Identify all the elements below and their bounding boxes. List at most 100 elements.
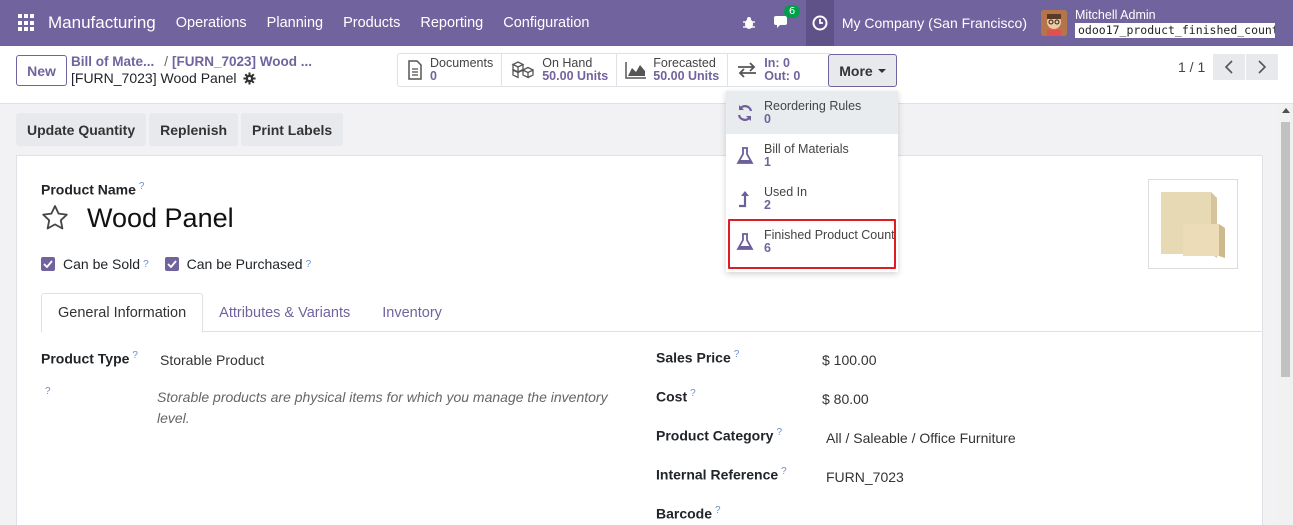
barcode-label: Barcode?: [656, 505, 721, 522]
reordering-rules-item[interactable]: Reordering Rules 0: [726, 91, 898, 134]
out-value: Out: 0: [764, 69, 801, 83]
can-be-purchased-checkbox[interactable]: Can be Purchased?: [164, 256, 312, 272]
product-category-label-text: Product Category: [656, 427, 774, 444]
used-in-item[interactable]: Used In 2: [726, 177, 898, 220]
product-name-label-text: Product Name: [41, 181, 136, 198]
forecasted-button[interactable]: Forecasted 50.00 Units: [617, 54, 729, 86]
chevron-left-icon: [1224, 60, 1233, 74]
cost-field[interactable]: $ 80.00: [822, 391, 869, 407]
internal-reference-label-text: Internal Reference: [656, 466, 779, 483]
bill-of-materials-value: 1: [764, 154, 771, 169]
cubes-icon: [511, 61, 534, 79]
database-name: odoo17_product_finished_count: [1075, 22, 1275, 38]
bug-icon[interactable]: [742, 16, 756, 30]
smart-buttons: Documents 0 On Hand 50.00 Units Forecast…: [397, 53, 833, 87]
area-chart-icon: [625, 62, 647, 79]
help-icon[interactable]: ?: [776, 427, 782, 438]
more-button[interactable]: More: [828, 54, 897, 87]
page-scrollbar[interactable]: [1278, 104, 1293, 525]
main-menu: Operations Planning Products Reporting C…: [166, 15, 600, 31]
caret-down-icon: [877, 68, 886, 73]
scroll-thumb[interactable]: [1281, 122, 1290, 377]
avatar-image-icon: [1041, 10, 1067, 36]
product-name-label: Product Name?: [41, 181, 144, 198]
bill-of-materials-item[interactable]: Bill of Materials 1: [726, 134, 898, 177]
documents-value: 0: [430, 69, 437, 83]
help-icon[interactable]: ?: [690, 388, 696, 399]
product-category-field[interactable]: All / Saleable / Office Furniture: [826, 430, 1016, 446]
product-category-label: Product Category?: [656, 427, 782, 444]
menu-products[interactable]: Products: [333, 15, 410, 31]
product-type-select[interactable]: Storable Product: [160, 352, 264, 368]
help-icon[interactable]: ?: [781, 466, 787, 477]
breadcrumb-bom[interactable]: Bill of Mate...: [71, 54, 154, 69]
cost-label: Cost?: [656, 388, 696, 405]
exchange-icon: [738, 62, 757, 78]
can-be-sold-label: Can be Sold: [63, 256, 141, 272]
product-type-label: Product Type?: [41, 350, 138, 367]
reordering-rules-value: 0: [764, 111, 771, 126]
breadcrumb: Bill of Mate... / [FURN_7023] Wood ...: [71, 54, 313, 69]
update-quantity-button[interactable]: Update Quantity: [16, 113, 147, 146]
menu-operations[interactable]: Operations: [166, 15, 257, 31]
on-hand-button[interactable]: On Hand 50.00 Units: [502, 54, 618, 86]
can-be-purchased-label: Can be Purchased: [186, 256, 303, 272]
documents-label: Documents: [430, 56, 494, 70]
activities-button[interactable]: [805, 0, 834, 46]
scroll-up-icon[interactable]: [1282, 108, 1290, 113]
highlight-box: [728, 219, 896, 269]
file-icon: [408, 60, 422, 80]
internal-reference-label: Internal Reference?: [656, 466, 787, 483]
favorite-star-icon[interactable]: [41, 204, 69, 232]
form-sheet: Product Name? Wood Panel Can be Sold? Ca…: [16, 155, 1263, 525]
help-icon[interactable]: ?: [143, 259, 149, 270]
forecasted-value: 50.00 Units: [653, 69, 720, 83]
product-type-label-text: Product Type: [41, 350, 130, 367]
tab-attributes-variants[interactable]: Attributes & Variants: [203, 293, 366, 332]
replenish-button[interactable]: Replenish: [149, 113, 239, 146]
barcode-label-text: Barcode: [656, 505, 713, 522]
messages-button[interactable]: 6: [773, 4, 801, 32]
reordering-rules-label: Reordering Rules: [764, 98, 862, 113]
tab-inventory[interactable]: Inventory: [366, 293, 458, 332]
product-image[interactable]: [1148, 179, 1238, 269]
avatar[interactable]: [1041, 10, 1067, 36]
header-actions: Update Quantity Replenish Print Labels: [16, 113, 346, 146]
menu-reporting[interactable]: Reporting: [410, 15, 493, 31]
internal-reference-field[interactable]: FURN_7023: [826, 469, 904, 485]
on-hand-value: 50.00 Units: [542, 69, 609, 83]
help-icon[interactable]: ?: [139, 181, 145, 192]
new-button[interactable]: New: [16, 55, 67, 86]
pager-value[interactable]: 1 / 1: [1178, 59, 1205, 75]
app-name[interactable]: Manufacturing: [48, 13, 156, 33]
product-name-input[interactable]: Wood Panel: [87, 203, 234, 234]
menu-configuration[interactable]: Configuration: [493, 15, 599, 31]
help-icon[interactable]: ?: [306, 259, 312, 270]
company-switcher[interactable]: My Company (San Francisco): [842, 15, 1027, 31]
print-labels-button[interactable]: Print Labels: [241, 113, 344, 146]
pager-next-button[interactable]: [1246, 54, 1278, 80]
can-be-sold-checkbox[interactable]: Can be Sold?: [41, 256, 149, 272]
pager-buttons: [1213, 54, 1279, 80]
breadcrumb-product[interactable]: [FURN_7023] Wood ...: [172, 54, 312, 69]
user-menu[interactable]: Mitchell Admin odoo17_product_finished_c…: [1075, 8, 1275, 38]
tab-general-information[interactable]: General Information: [41, 293, 204, 333]
record-title-text: [FURN_7023] Wood Panel: [71, 70, 237, 86]
gear-icon[interactable]: [242, 71, 256, 85]
top-navbar: Manufacturing Operations Planning Produc…: [0, 0, 1293, 46]
apps-menu-icon[interactable]: [18, 14, 36, 32]
sales-price-field[interactable]: $ 100.00: [822, 352, 877, 368]
help-icon[interactable]: ?: [45, 386, 51, 397]
product-flags: Can be Sold? Can be Purchased?: [41, 256, 327, 272]
pager-previous-button[interactable]: [1213, 54, 1245, 80]
help-icon[interactable]: ?: [734, 349, 740, 360]
flask-icon: [736, 146, 754, 164]
help-icon[interactable]: ?: [132, 350, 138, 361]
sales-price-label-text: Sales Price: [656, 349, 731, 366]
in-out-button[interactable]: In: 0 Out: 0: [728, 54, 831, 86]
level-up-icon: [739, 190, 749, 207]
documents-button[interactable]: Documents 0: [398, 54, 503, 86]
menu-planning[interactable]: Planning: [257, 15, 333, 31]
help-icon[interactable]: ?: [715, 505, 721, 516]
control-panel: New Bill of Mate... / [FURN_7023] Wood ...…: [0, 46, 1293, 104]
